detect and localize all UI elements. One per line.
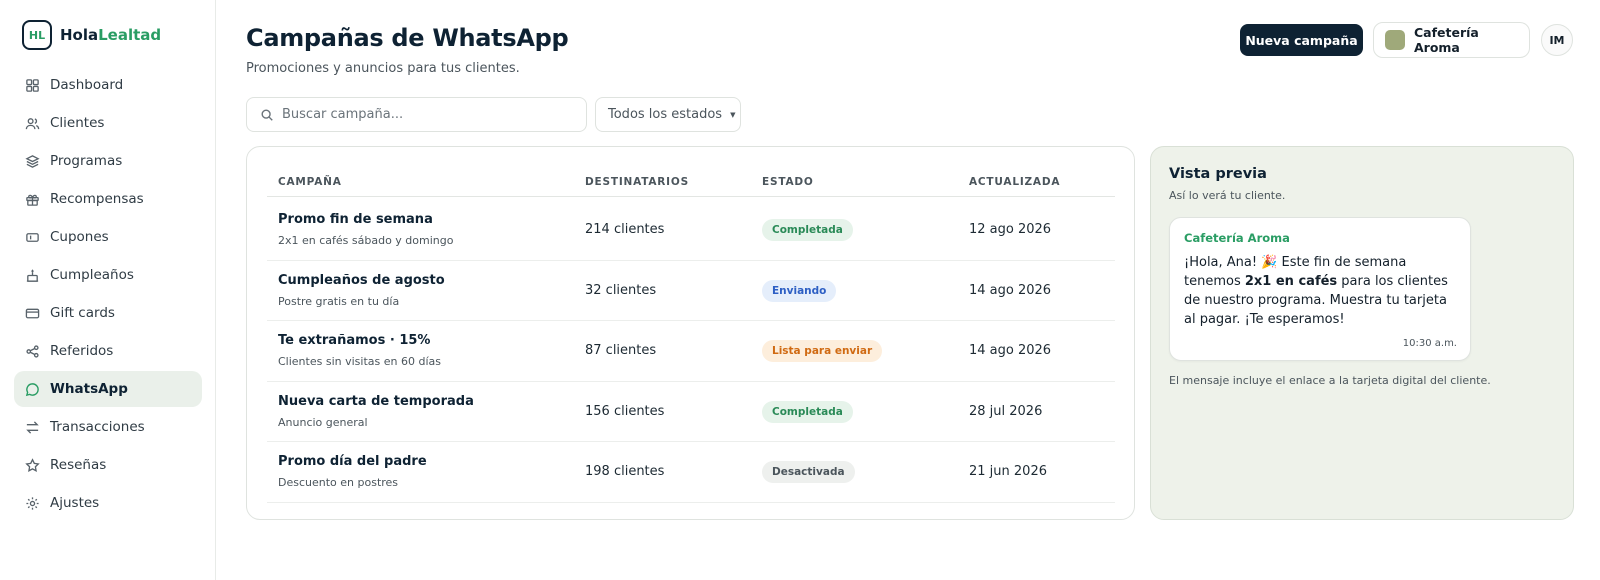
preview-subtitle: Así lo verá tu cliente. <box>1169 189 1286 202</box>
message-bubble: Cafetería Aroma ¡Hola, Ana! 🎉 Este fin d… <box>1169 217 1471 361</box>
avatar[interactable]: IM <box>1541 24 1573 56</box>
search-icon <box>260 108 274 122</box>
sidebar-item-resenas[interactable]: Reseñas <box>14 447 202 483</box>
sidebar-item-label: Dashboard <box>50 77 124 93</box>
sidebar-item-label: Recompensas <box>50 191 144 207</box>
sidebar-item-programas[interactable]: Programas <box>14 143 202 179</box>
sidebar-item-label: Transacciones <box>50 419 145 435</box>
campaign-name: Promo fin de semana <box>278 212 433 227</box>
search-input[interactable] <box>282 107 572 122</box>
column-header-recipients[interactable]: DESTINATARIOS <box>585 176 689 188</box>
campaign-description: 2x1 en cafés sábado y domingo <box>278 234 454 247</box>
status-filter-value: Todos los estados <box>608 107 723 122</box>
status-badge: Enviando <box>762 279 837 302</box>
campaign-description: Postre gratis en tu día <box>278 294 400 308</box>
campaign-name: Promo día del padre <box>278 454 427 469</box>
campaign-recipients: 214 clientes <box>585 222 665 237</box>
preview-note: El mensaje incluye el enlace a la tarjet… <box>1169 374 1491 387</box>
sidebar-item-label: Gift cards <box>50 305 115 321</box>
business-switcher[interactable]: Cafetería Aroma <box>1373 22 1530 58</box>
business-name: Cafetería Aroma <box>1413 25 1479 55</box>
table-row[interactable]: Nueva carta de temporada Anuncio general… <box>267 382 1115 442</box>
table-row[interactable]: Te extrañamos · 15% Clientes sin visitas… <box>267 321 1115 382</box>
message-preview-panel: Vista previa Así lo verá tu cliente. Caf… <box>1150 146 1574 520</box>
chevron-down-icon: ▼ <box>730 110 736 119</box>
sidebar-item-label: Cupones <box>50 229 109 245</box>
campaign-description: Clientes sin visitas en 60 días <box>278 355 441 368</box>
campaign-updated: 14 ago 2026 <box>969 282 1052 298</box>
campaign-recipients: 156 clientes <box>585 403 665 419</box>
sidebar-item-cumpleanos[interactable]: Cumpleaños <box>14 257 202 293</box>
brand-mark: HL <box>22 20 52 50</box>
status-badge: Desactivada <box>762 461 855 483</box>
sidebar-item-referidos[interactable]: Referidos <box>14 333 202 369</box>
sidebar-item-label: Ajustes <box>50 495 100 511</box>
campaign-name: Te extrañamos · 15% <box>278 333 431 348</box>
column-header-updated[interactable]: ACTUALIZADA <box>969 176 1060 188</box>
gear-icon <box>24 495 40 511</box>
campaign-updated: 14 ago 2026 <box>969 343 1052 358</box>
campaign-updated: 12 ago 2026 <box>969 222 1052 237</box>
status-badge: Lista para enviar <box>762 340 883 362</box>
sidebar-item-clientes[interactable]: Clientes <box>14 105 202 141</box>
message-text: ¡Hola, Ana! 🎉 Este fin de semana tenemos… <box>1184 255 1448 327</box>
preview-title: Vista previa <box>1169 166 1267 182</box>
campaigns-table: CAMPAÑA DESTINATARIOS ESTADO ACTUALIZADA… <box>246 146 1135 520</box>
sidebar-item-label: Programas <box>50 153 123 169</box>
sidebar-item-cupones[interactable]: Cupones <box>14 219 202 255</box>
table-body: Promo fin de semana 2x1 en cafés sábado … <box>267 200 1115 503</box>
star-icon <box>24 457 40 473</box>
brand-logo[interactable]: HL HolaLealtad <box>22 20 161 50</box>
campaign-name: Nueva carta de temporada <box>278 393 474 409</box>
page-title: Campañas de WhatsApp <box>246 24 569 52</box>
sidebar-item-recompensas[interactable]: Recompensas <box>14 181 202 217</box>
users-icon <box>24 115 40 131</box>
sidebar-item-label: Clientes <box>50 115 105 131</box>
column-header-campaign[interactable]: CAMPAÑA <box>278 176 342 188</box>
sidebar-item-ajustes[interactable]: Ajustes <box>14 485 202 521</box>
campaign-recipients: 87 clientes <box>585 343 657 358</box>
gift-icon <box>24 191 40 207</box>
table-row[interactable]: Promo fin de semana 2x1 en cafés sábado … <box>267 200 1115 261</box>
campaign-description: Descuento en postres <box>278 476 399 489</box>
campaign-updated: 28 jul 2026 <box>969 403 1043 419</box>
sidebar-item-label: WhatsApp <box>50 381 128 397</box>
campaign-updated: 21 jun 2026 <box>969 464 1047 479</box>
page-subtitle: Promociones y anuncios para tus clientes… <box>246 61 520 76</box>
status-badge: Completada <box>762 400 853 423</box>
brand-name: HolaLealtad <box>60 26 162 44</box>
table-header: CAMPAÑA DESTINATARIOS ESTADO ACTUALIZADA <box>267 169 1115 197</box>
share-icon <box>24 343 40 359</box>
search-box[interactable] <box>246 97 587 132</box>
cake-icon <box>24 267 40 283</box>
column-header-status[interactable]: ESTADO <box>762 176 814 188</box>
card-icon <box>24 305 40 321</box>
chat-icon <box>24 381 40 397</box>
campaign-name: Cumpleaños de agosto <box>278 272 445 288</box>
grid-icon <box>24 77 40 93</box>
message-time: 10:30 a.m. <box>1402 338 1457 349</box>
sidebar-item-label: Cumpleaños <box>50 267 134 283</box>
status-filter-select[interactable]: Todos los estados ▼ <box>595 97 741 132</box>
ticket-icon <box>24 229 40 245</box>
table-row[interactable]: Promo día del padre Descuento en postres… <box>267 442 1115 503</box>
layers-icon <box>24 153 40 169</box>
campaign-recipients: 32 clientes <box>585 282 657 298</box>
status-badge: Completada <box>762 219 853 241</box>
table-row[interactable]: Cumpleaños de agosto Postre gratis en tu… <box>267 261 1115 321</box>
arrows-icon <box>24 419 40 435</box>
sidebar-item-gift-cards[interactable]: Gift cards <box>14 295 202 331</box>
campaign-recipients: 198 clientes <box>585 464 665 479</box>
business-logo <box>1385 30 1405 50</box>
sidebar-item-whatsapp[interactable]: WhatsApp <box>14 371 202 407</box>
sidebar-item-transacciones[interactable]: Transacciones <box>14 409 202 445</box>
sidebar: HL HolaLealtad Dashboard Clientes Progra… <box>0 0 216 580</box>
sidebar-item-label: Referidos <box>50 343 114 359</box>
sidebar-nav: Dashboard Clientes Programas Recompensas… <box>14 67 202 523</box>
sidebar-item-dashboard[interactable]: Dashboard <box>14 67 202 103</box>
campaign-description: Anuncio general <box>278 415 368 429</box>
new-campaign-button[interactable]: Nueva campaña <box>1240 24 1363 56</box>
sidebar-item-label: Reseñas <box>50 457 107 473</box>
message-sender: Cafetería Aroma <box>1184 231 1290 245</box>
